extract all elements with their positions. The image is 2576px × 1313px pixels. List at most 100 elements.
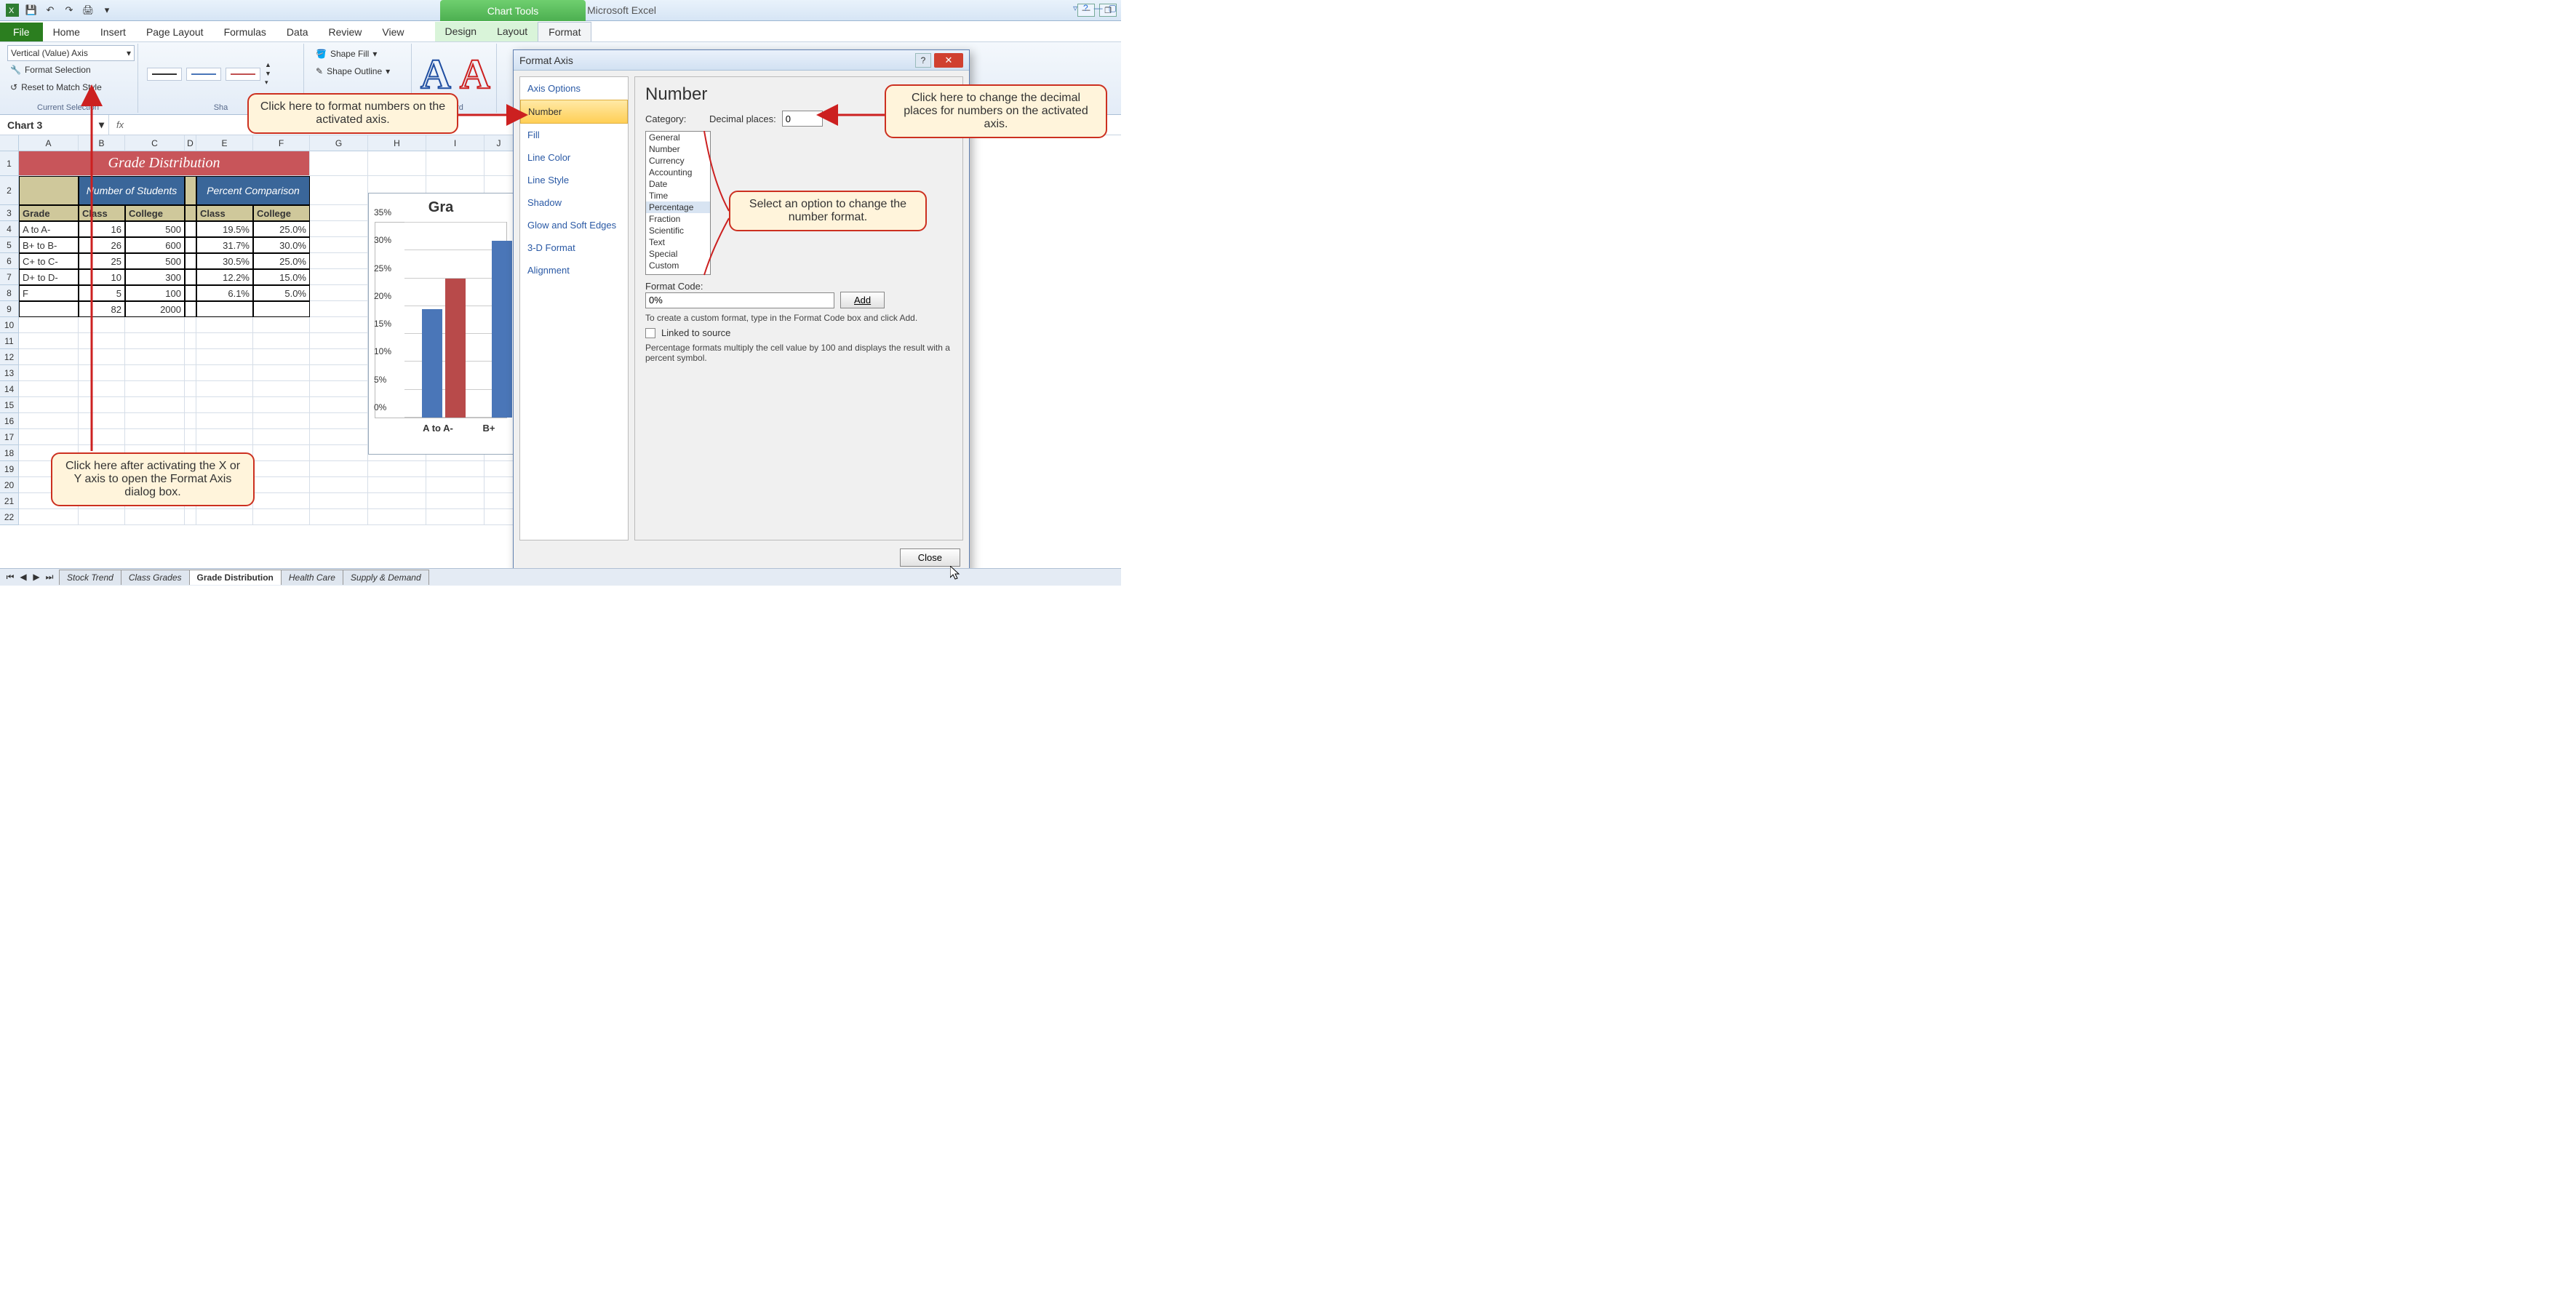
tab-review[interactable]: Review	[319, 23, 372, 41]
nav-shadow[interactable]: Shadow	[520, 191, 628, 214]
file-tab[interactable]: File	[0, 23, 43, 41]
col-header[interactable]: I	[426, 135, 485, 151]
row-header[interactable]: 1	[0, 151, 19, 176]
tab-design[interactable]: Design	[435, 22, 487, 41]
sheet-tab[interactable]: Health Care	[281, 570, 343, 585]
bar-class-1[interactable]	[422, 309, 442, 418]
shape-style-up-icon[interactable]: ▲	[265, 61, 271, 68]
format-code-label: Format Code:	[645, 281, 952, 292]
chevron-down-icon: ▾	[372, 49, 377, 59]
format-code-input[interactable]	[645, 292, 834, 308]
wordart-style-1[interactable]: A	[420, 49, 451, 98]
col-header[interactable]: D	[185, 135, 196, 151]
nav-glow[interactable]: Glow and Soft Edges	[520, 214, 628, 236]
nav-line-style[interactable]: Line Style	[520, 169, 628, 191]
linked-to-source-checkbox[interactable]	[645, 328, 655, 338]
chart-tools-contextual-label: Chart Tools	[440, 0, 586, 21]
reset-match-style-button[interactable]: ↺Reset to Match Style	[7, 79, 132, 96]
ribbon-minimize-icon[interactable]: ▿	[1073, 3, 1077, 13]
fx-icon[interactable]: fx	[109, 119, 131, 130]
tab-format[interactable]: Format	[538, 22, 591, 41]
chart-element-selector[interactable]: Vertical (Value) Axis▾	[7, 45, 135, 61]
row-header[interactable]: 2	[0, 176, 19, 205]
dialog-title: Format Axis	[519, 55, 573, 66]
category-listbox[interactable]: General Number Currency Accounting Date …	[645, 131, 711, 275]
bar-college-1[interactable]	[445, 279, 466, 418]
shape-style-1[interactable]	[147, 68, 182, 81]
shape-style-3[interactable]	[226, 68, 260, 81]
nav-number[interactable]: Number	[520, 100, 628, 124]
row-header[interactable]: 3	[0, 205, 19, 221]
dialog-help-button[interactable]: ?	[915, 53, 931, 68]
custom-format-hint: To create a custom format, type in the F…	[645, 313, 952, 323]
dialog-close-x-button[interactable]: ✕	[934, 53, 963, 68]
save-icon[interactable]: 💾	[23, 2, 39, 18]
excel-icon[interactable]: X	[4, 2, 20, 18]
tab-view[interactable]: View	[372, 23, 414, 41]
callout-1: Click here to format numbers on the acti…	[247, 93, 458, 134]
sheet-tab-active[interactable]: Grade Distribution	[189, 570, 282, 585]
sheet-tab[interactable]: Stock Trend	[59, 570, 121, 585]
callout-2: Click here to change the decimal places …	[885, 84, 1107, 138]
tab-data[interactable]: Data	[276, 23, 319, 41]
svg-text:X: X	[9, 7, 15, 15]
sheet-tab[interactable]: Supply & Demand	[343, 570, 429, 585]
sheet-nav-next-icon[interactable]: ▶	[31, 572, 42, 583]
sheet-nav-last-icon[interactable]: ⏭	[44, 572, 55, 583]
tab-layout[interactable]: Layout	[487, 22, 538, 41]
tab-page-layout[interactable]: Page Layout	[136, 23, 214, 41]
nav-alignment[interactable]: Alignment	[520, 259, 628, 282]
col-header[interactable]: H	[368, 135, 426, 151]
quick-access-toolbar: X 💾 ↶ ↷ 🖨 ▾	[0, 2, 115, 18]
decimal-places-label: Decimal places:	[709, 113, 776, 124]
wordart-style-2[interactable]: A	[460, 49, 490, 98]
redo-icon[interactable]: ↷	[61, 2, 77, 18]
col-header[interactable]: G	[310, 135, 368, 151]
title-bar: X 💾 ↶ ↷ 🖨 ▾ Excel Objective 4.00.xlsx - …	[0, 0, 1121, 21]
category-label: Category:	[645, 113, 686, 124]
col-header[interactable]: B	[79, 135, 125, 151]
format-selection-button[interactable]: 🔧Format Selection	[7, 61, 132, 79]
window-restore-icon[interactable]: ▢	[1109, 3, 1117, 13]
mouse-cursor-icon	[950, 566, 962, 580]
print-icon[interactable]: 🖨	[80, 2, 96, 18]
nav-line-color[interactable]: Line Color	[520, 146, 628, 169]
tab-home[interactable]: Home	[43, 23, 90, 41]
col-header[interactable]: A	[19, 135, 79, 151]
add-button[interactable]: Add	[840, 292, 885, 308]
col-header[interactable]: F	[253, 135, 310, 151]
decimal-places-input[interactable]	[782, 111, 823, 127]
name-box[interactable]: Chart 3▾	[0, 115, 109, 135]
shape-style-more-icon[interactable]: ▾	[265, 79, 271, 87]
shape-style-2[interactable]	[186, 68, 221, 81]
nav-3d-format[interactable]: 3-D Format	[520, 236, 628, 259]
close-button[interactable]: Close	[900, 548, 960, 567]
select-all-corner[interactable]	[0, 135, 19, 151]
help-icon[interactable]: ?	[1083, 3, 1088, 13]
shape-style-down-icon[interactable]: ▼	[265, 70, 271, 77]
col-header[interactable]: J	[485, 135, 514, 151]
shape-fill-button[interactable]: 🪣Shape Fill▾	[313, 45, 405, 63]
window-min-icon[interactable]: —	[1094, 3, 1103, 13]
dialog-nav: Axis Options Number Fill Line Color Line…	[519, 76, 629, 540]
shape-outline-button[interactable]: ✎Shape Outline▾	[313, 63, 405, 80]
tab-formulas[interactable]: Formulas	[214, 23, 276, 41]
qat-more-icon[interactable]: ▾	[99, 2, 115, 18]
tab-insert[interactable]: Insert	[90, 23, 136, 41]
sheet-nav-prev-icon[interactable]: ◀	[17, 572, 29, 583]
bar-class-2[interactable]	[492, 241, 512, 418]
embedded-chart[interactable]: Gra 0% 5% 10% 15% 20% 25% 30% 35% A to A…	[368, 193, 514, 455]
header-percent: Percent Comparison	[196, 176, 310, 205]
col-grade: Grade	[19, 205, 79, 221]
col-header[interactable]: C	[125, 135, 185, 151]
nav-axis-options[interactable]: Axis Options	[520, 77, 628, 100]
chevron-down-icon: ▾	[99, 119, 104, 131]
format-selection-icon: 🔧	[10, 65, 21, 75]
undo-icon[interactable]: ↶	[42, 2, 58, 18]
sheet-nav-first-icon[interactable]: ⏮	[4, 572, 16, 583]
col-header[interactable]: E	[196, 135, 253, 151]
nav-fill[interactable]: Fill	[520, 124, 628, 146]
linked-to-source-label: Linked to source	[661, 327, 730, 338]
sheet-tab[interactable]: Class Grades	[121, 570, 190, 585]
callout-4: Click here after activating the X or Y a…	[51, 452, 255, 506]
